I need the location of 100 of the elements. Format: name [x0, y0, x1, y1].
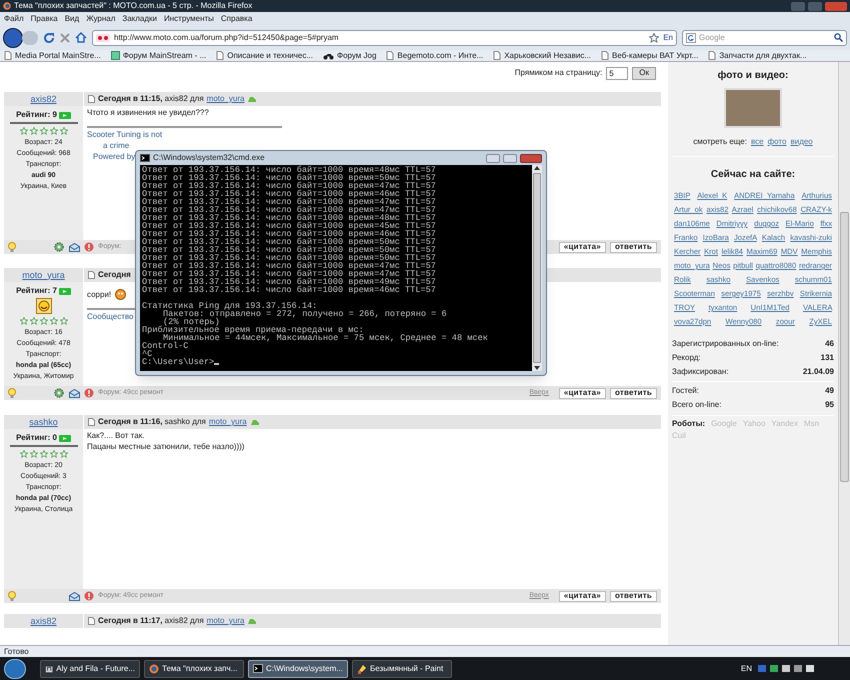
console-line: Ответ от 193.37.156.14: число байт=1000 время=45мс TTL=57 [142, 222, 437, 230]
bookmark-link[interactable]: Веб-камеры ВАТ Укрт... [612, 52, 698, 60]
firefox-icon [3, 2, 11, 10]
rating-label: Рейтинг: 0 [16, 432, 57, 444]
post-text: сорри! [87, 289, 112, 300]
rating-label: Рейтинг: 7 [16, 285, 57, 297]
rating-icon [58, 434, 71, 442]
page-icon [216, 51, 224, 60]
reply-button[interactable]: ответить [610, 388, 657, 398]
console-line: Ответ от 193.37.156.14: число байт=1000 время=47мс TTL=57 [142, 270, 437, 278]
console-line: Ответ от 193.37.156.14: число байт=1000 время=47мс TTL=57 [142, 198, 437, 206]
console-icon [253, 664, 263, 673]
console-line: Ответ от 193.37.156.14: число байт=1000 время=46мс TTL=57 [142, 286, 437, 294]
page-icon [4, 51, 12, 60]
stat-label: Рекорд: [672, 352, 701, 364]
start-button[interactable] [4, 658, 26, 678]
search-engine-icon [686, 32, 696, 42]
warning-icon [84, 591, 94, 601]
stat-value: 21.04.09 [802, 366, 834, 378]
recipient-link[interactable]: moto_yura [206, 93, 244, 105]
scrollbar[interactable] [838, 62, 850, 645]
signature-text: a crime [102, 140, 130, 151]
menu-item[interactable]: Файл [4, 14, 24, 22]
arrow-down-icon [534, 366, 540, 370]
gear-icon [54, 242, 64, 252]
post-text: Пацаны местные затюнили, тебе назло)))) [87, 441, 244, 452]
bookmark-link[interactable]: Запчасти для двухтак... [719, 52, 807, 60]
go-button[interactable]: Ок [632, 66, 656, 80]
post-date: Сегодня в 11:16, sashko для [98, 416, 206, 428]
quote-button[interactable]: «цитата» [558, 388, 606, 398]
gear-icon [54, 388, 64, 398]
menu-item[interactable]: Журнал [86, 14, 116, 22]
reply-button[interactable]: ответить [610, 590, 657, 602]
post-date: Сегодня [98, 269, 131, 281]
bookmark-link[interactable]: Харьковский Независ... [504, 52, 592, 60]
scrollbar[interactable] [532, 165, 542, 371]
language-indicator: EN [740, 662, 752, 674]
console-line: Ответ от 193.37.156.14: число байт=1000 время=48мс TTL=57 [142, 166, 437, 174]
home-icon [75, 32, 87, 43]
page-icon [708, 51, 716, 60]
quote-button[interactable]: «цитата» [558, 590, 606, 602]
stop-icon [60, 32, 70, 42]
quote-button[interactable]: «цитата» [558, 242, 606, 252]
page-number-field[interactable]: 5 [606, 66, 628, 80]
search-input[interactable]: Google [699, 32, 831, 44]
console-line: Ответ от 193.37.156.14: число байт=1000 время=46мс TTL=57 [142, 190, 437, 198]
signature-text: Scooter Tuning is not [87, 129, 162, 140]
media-link[interactable]: все [750, 136, 764, 148]
rating-icon [58, 112, 71, 118]
close-button[interactable] [520, 154, 542, 162]
menu-item[interactable]: Закладки [122, 14, 158, 22]
console-line: Ответ от 193.37.156.14: число байт=1000 время=50мс TTL=57 [142, 238, 437, 246]
post-date: Сегодня в 11:17, axis82 для [98, 615, 204, 627]
post-text: Как?.... Вот так. [87, 430, 146, 441]
robots-label: Роботы: [672, 418, 706, 430]
maximize-button[interactable] [503, 154, 517, 162]
maximize-button[interactable] [808, 2, 822, 10]
media-link[interactable]: видео [790, 136, 813, 148]
console-title: C:\Windows\system32\cmd.exe [153, 154, 265, 162]
star-icon [649, 32, 660, 42]
stat-value: 46 [825, 338, 834, 350]
menu-item[interactable]: Инструменты [164, 14, 214, 22]
search-field[interactable]: Google [682, 30, 847, 46]
site-icon [96, 34, 110, 42]
signature-text: Powered by [92, 151, 136, 162]
bookmark-link[interactable]: Форум MainStream - ... [122, 52, 206, 60]
console-line: Ответ от 193.37.156.14: число байт=1000 время=49мс TTL=57 [142, 278, 437, 286]
recipient-link[interactable]: moto_yura [208, 416, 247, 428]
stat-value: 131 [820, 352, 834, 364]
recipient-link[interactable]: moto_yura [206, 615, 244, 627]
page-icon [88, 271, 95, 279]
bookmark-link[interactable]: Media Portal MainStre... [15, 52, 101, 60]
envelope-icon [69, 592, 80, 600]
envelope-icon [69, 388, 80, 398]
window-title: Тема "плохих запчастей" : MOTO.com.ua - 5 стр. - Mozilla Firefox [14, 2, 252, 10]
media-link[interactable]: фото [768, 136, 786, 148]
post-date: Сегодня в 11:15, axis82 для [98, 93, 204, 105]
console-line: Приблизительное время приема-передачи в мс: [142, 326, 365, 334]
taskbar-button[interactable]: C:\Windows\system... [248, 660, 348, 678]
reply-button[interactable]: ответить [610, 242, 657, 252]
close-button[interactable] [825, 2, 847, 10]
taskbar-button[interactable]: Тема "плохих запч... [144, 660, 244, 678]
bookmark-link[interactable]: Форум Jog [337, 52, 376, 60]
menu-item[interactable]: Правка [30, 14, 58, 22]
menu-item[interactable]: Справка [220, 14, 252, 22]
address-bar[interactable]: http://www.moto.com.ua/forum.php?id=512450&page=5#pryam En [92, 30, 677, 46]
lightbulb-icon [8, 388, 16, 398]
minimize-button[interactable] [791, 2, 805, 10]
console-line: Ответ от 193.37.156.14: число байт=1000 время=47мс TTL=57 [142, 262, 437, 270]
taskbar-button[interactable]: Aly and Fila - Future... [40, 660, 140, 678]
bookmark-link[interactable]: Begemoto.com - Инте... [397, 52, 484, 60]
motorcycle-icon [323, 52, 334, 60]
taskbar-button[interactable]: Безымянный - Paint [352, 660, 452, 678]
minimize-button[interactable] [486, 154, 500, 162]
see-more-label: смотреть еще: [693, 136, 747, 148]
search-icon [834, 33, 843, 42]
bookmark-link[interactable]: Описание и техничес... [227, 52, 313, 60]
back-button[interactable] [3, 28, 23, 48]
status-text: Готово [4, 648, 29, 656]
menu-item[interactable]: Вид [64, 14, 80, 22]
